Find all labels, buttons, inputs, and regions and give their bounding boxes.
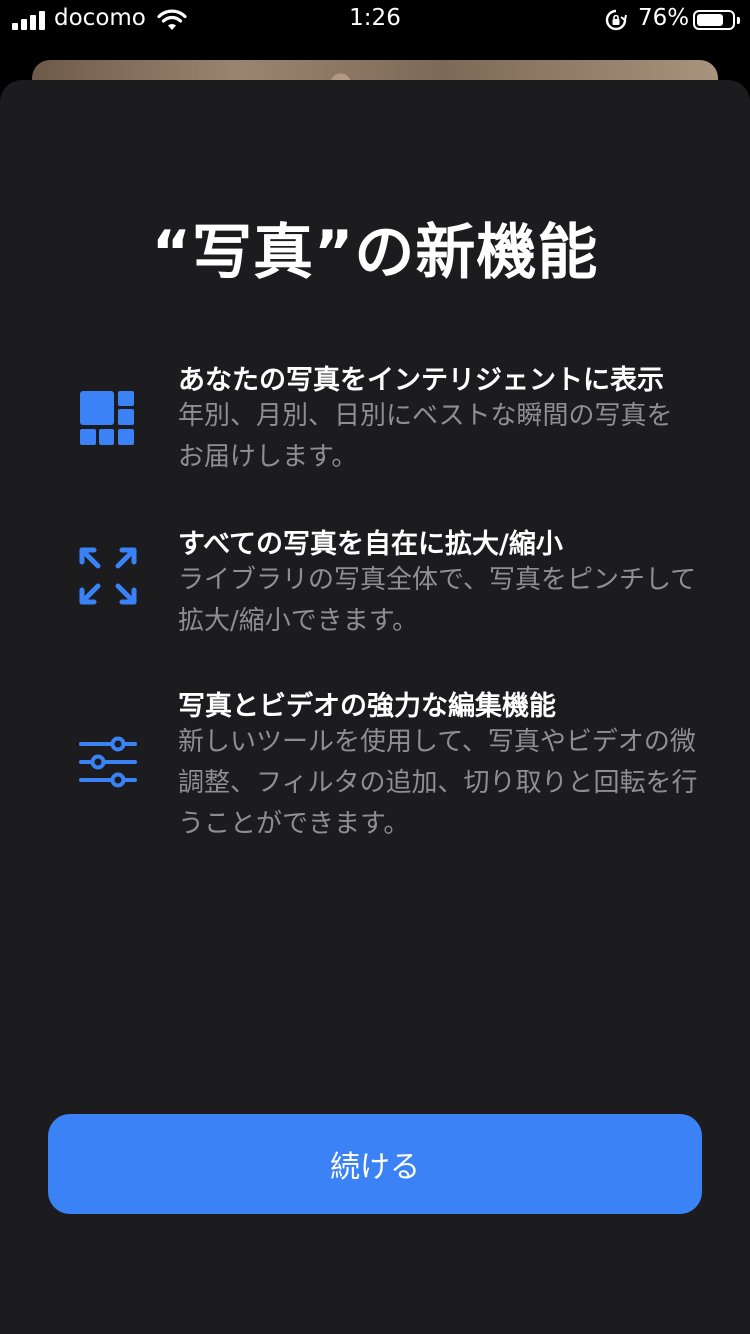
- feature-heading: あなたの写真をインテリジェントに表示: [178, 365, 664, 396]
- feature-description: 年別、月別、日別にベストな瞬間の写真をお届けします。: [178, 401, 673, 472]
- rotation-lock-icon: [605, 9, 627, 31]
- feature-heading: 写真とビデオの強力な編集機能: [178, 691, 556, 722]
- feature-heading: すべての写真を自在に拡大/縮小: [178, 529, 563, 560]
- battery-percentage: 76%: [638, 5, 690, 31]
- whats-new-sheet: “写真”の新機能 あなたの写真をインテリジェントに表示 年別、月別、日別にベスト…: [0, 80, 750, 1334]
- expand-arrows-icon: [79, 547, 137, 605]
- sheet-title: “写真”の新機能: [151, 218, 599, 288]
- continue-button[interactable]: 続ける: [48, 1114, 702, 1214]
- feature-description: 新しいツールを使用して、写真やビデオの微調整、フィルタの追加、切り取りと回転を行…: [178, 727, 698, 839]
- battery-icon: [693, 10, 740, 30]
- photo-grid-icon: [80, 391, 134, 445]
- status-bar: docomo 1:26 76%: [0, 0, 750, 40]
- feature-description: ライブラリの写真全体で、写真をピンチして拡大/縮小できます。: [178, 565, 697, 636]
- sliders-icon: [79, 736, 137, 788]
- screen: docomo 1:26 76% “写真”の新機能 あなたの写真をインテリジェント…: [0, 0, 750, 1334]
